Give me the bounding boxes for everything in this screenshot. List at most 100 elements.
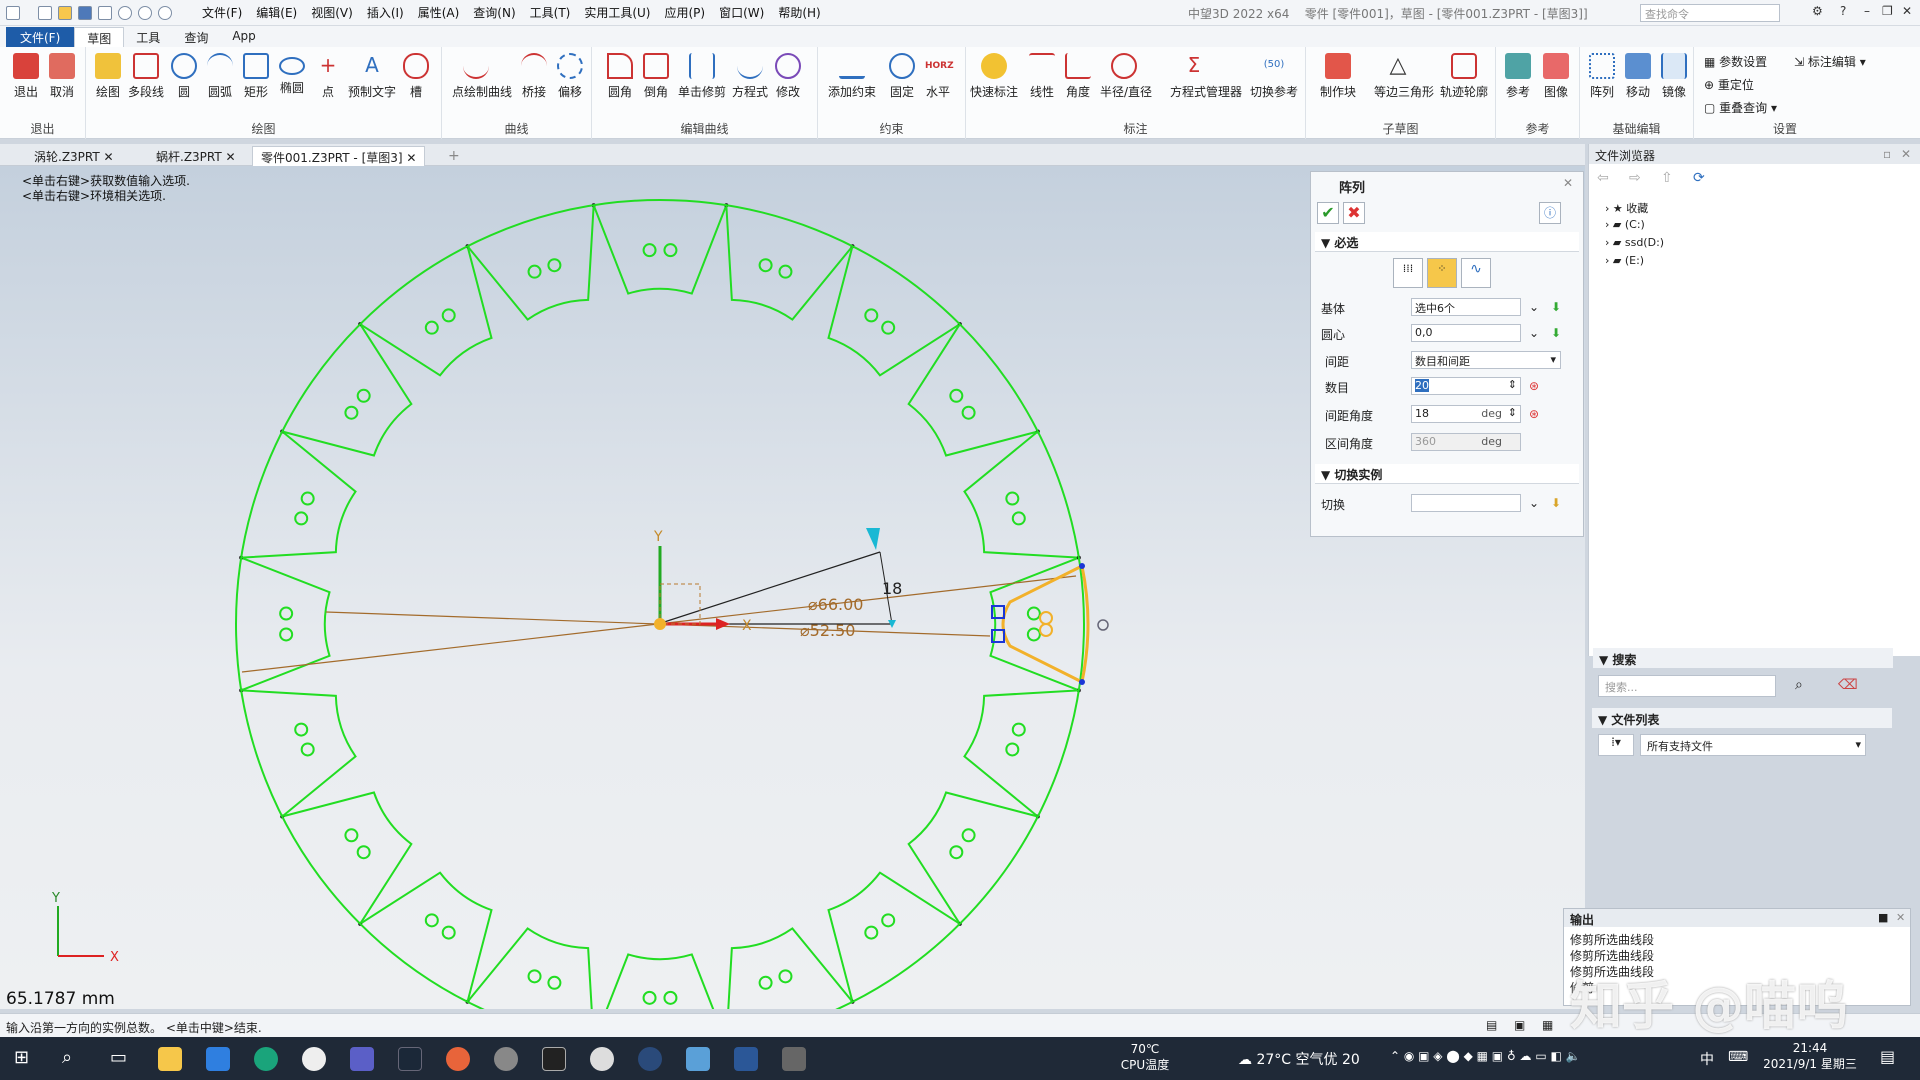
origin-point[interactable]	[654, 618, 666, 630]
menu-help[interactable]: 帮助(H)	[778, 4, 820, 21]
tooth-hole[interactable]	[881, 320, 896, 335]
equation-manager-button[interactable]: Σ 方程式管理器	[1170, 53, 1242, 100]
file-list-section[interactable]: ▼ 文件列表	[1592, 708, 1892, 728]
tooth-profile[interactable]	[963, 689, 1079, 818]
tab-query[interactable]: 查询	[172, 27, 220, 47]
tooth-hole[interactable]	[356, 845, 371, 860]
file-explorer-icon[interactable]	[158, 1047, 182, 1071]
tooth-hole[interactable]	[294, 722, 309, 737]
make-block-button[interactable]: 制作块	[1320, 53, 1356, 100]
radius-diameter-button[interactable]: 半径/直径	[1100, 53, 1152, 100]
text-button[interactable]: A 预制文字	[348, 53, 396, 100]
window-icon[interactable]: ▦	[1542, 1018, 1553, 1032]
info-icon[interactable]: ⓘ	[1539, 202, 1561, 224]
app-icon[interactable]	[446, 1047, 470, 1071]
tray-icons[interactable]: ⌃ ◉ ▣ ◈ ⬤ ◆ ▦ ▣ ♁ ☁ ▭ ◧ 🔈	[1390, 1049, 1581, 1063]
panel-close-icon[interactable]: ✕	[1901, 147, 1911, 161]
angle-flag-icon[interactable]	[866, 528, 880, 550]
tooth-hole[interactable]	[527, 264, 542, 279]
polyline-button[interactable]: 多段线	[128, 53, 164, 100]
parameter-settings-button[interactable]: ▦ 参数设置	[1704, 53, 1767, 70]
tooth-hole[interactable]	[1026, 627, 1041, 642]
settings-icon[interactable]	[494, 1047, 518, 1071]
tree-item-d[interactable]: › ▰ ssd(D:)	[1605, 236, 1664, 249]
tree-item-favorites[interactable]: › ★ 收藏	[1605, 200, 1648, 216]
refresh-icon[interactable]	[158, 5, 172, 20]
tooth-hole[interactable]	[758, 258, 773, 273]
tooth-profile[interactable]	[594, 953, 727, 1009]
linear-array-icon[interactable]: ⁞⁞⁞	[1393, 258, 1423, 288]
close-icon[interactable]: ✕	[226, 150, 236, 164]
app-icon[interactable]	[638, 1047, 662, 1071]
redo-icon[interactable]	[138, 5, 152, 20]
tooth-hole[interactable]	[881, 913, 896, 928]
cancel-panel-button[interactable]: ✖	[1343, 202, 1365, 224]
confirm-button[interactable]: ✔	[1317, 202, 1339, 224]
tooth-profile[interactable]	[241, 430, 357, 559]
switch-field[interactable]	[1411, 494, 1521, 512]
menu-utilities[interactable]: 实用工具(U)	[584, 4, 650, 21]
menu-view[interactable]: 视图(V)	[311, 4, 353, 21]
tooth-profile[interactable]	[466, 927, 594, 1009]
app-icon[interactable]	[590, 1047, 614, 1071]
triangle-button[interactable]: △ 等边三角形	[1374, 53, 1434, 100]
toggle-reference-button[interactable]: (50) 切换参考	[1250, 53, 1298, 100]
command-search-input[interactable]: 查找命令	[1640, 4, 1780, 22]
tooth-hole[interactable]	[441, 308, 456, 323]
dim-text-angle[interactable]: 18	[882, 579, 902, 598]
trim-button[interactable]: 单击修剪	[678, 53, 726, 100]
spinner-icon[interactable]: ⇕	[1508, 378, 1517, 391]
keyboard-icon[interactable]: ⌨	[1728, 1049, 1748, 1065]
angle-input[interactable]: 18 deg ⇕	[1411, 405, 1521, 423]
tooth-hole[interactable]	[642, 243, 657, 258]
close-icon[interactable]: ✕	[406, 151, 416, 165]
doc-tab-part001[interactable]: 零件001.Z3PRT - [草图3] ✕	[252, 146, 426, 166]
tooth-hole[interactable]	[663, 990, 678, 1005]
dim-text-66[interactable]: ⌀66.00	[808, 595, 863, 614]
pick-icon[interactable]: ⬇	[1551, 496, 1561, 510]
menu-file[interactable]: 文件(F)	[202, 4, 242, 21]
menu-tools[interactable]: 工具(T)	[530, 4, 571, 21]
panel-pin-icon[interactable]: ■	[1878, 911, 1888, 924]
new-file-icon[interactable]	[38, 5, 52, 20]
file-search-input[interactable]: 搜索...	[1598, 675, 1776, 697]
ime-indicator[interactable]: 中	[1700, 1049, 1714, 1069]
dim-text-52[interactable]: ⌀52.50	[800, 621, 855, 640]
doc-tab-turbine[interactable]: 涡轮.Z3PRT ✕	[26, 146, 122, 166]
minimize-button[interactable]: –	[1864, 4, 1870, 18]
base-field[interactable]: 选中6个	[1411, 298, 1521, 316]
tooth-hole[interactable]	[344, 405, 359, 420]
undo-icon[interactable]	[118, 5, 132, 20]
modify-button[interactable]: 修改	[770, 53, 806, 100]
tooth-hole[interactable]	[424, 320, 439, 335]
expand-icon[interactable]: ⌄	[1529, 300, 1539, 314]
search-section[interactable]: ▼ 搜索	[1593, 648, 1893, 668]
tooth-hole[interactable]	[356, 388, 371, 403]
back-icon[interactable]: ⇦	[1597, 170, 1609, 186]
section-switch[interactable]: ▼ 切换实例	[1315, 464, 1579, 484]
dimension-edit-button[interactable]: ⇲ 标注编辑 ▾	[1794, 53, 1866, 70]
tooth-hole[interactable]	[441, 925, 456, 940]
tooth-profile[interactable]	[466, 205, 595, 321]
new-tab-button[interactable]: +	[440, 146, 468, 166]
view-mode-icon[interactable]: ⁞▾	[1598, 734, 1634, 756]
search-icon[interactable]: ⌕	[1795, 677, 1803, 693]
tooth-profile[interactable]	[241, 689, 357, 818]
expand-icon[interactable]: ⌄	[1529, 326, 1539, 340]
search-icon[interactable]: ⌕	[62, 1047, 72, 1068]
quick-dimension-button[interactable]: 快速标注	[970, 53, 1018, 100]
variable-icon[interactable]: ⊛	[1529, 379, 1539, 393]
doc-tab-worm[interactable]: 蜗杆.Z3PRT ✕	[148, 146, 244, 166]
slot-button[interactable]: 槽	[398, 53, 434, 100]
tooth-hole[interactable]	[424, 913, 439, 928]
tooth-hole[interactable]	[279, 606, 294, 621]
panel-close-icon[interactable]: ✕	[1563, 176, 1573, 190]
layout-icon[interactable]: ▤	[1486, 1018, 1497, 1032]
todo-icon[interactable]	[206, 1047, 230, 1071]
tooth-hole[interactable]	[663, 243, 678, 258]
tooth-hole[interactable]	[300, 491, 315, 506]
menu-insert[interactable]: 插入(I)	[367, 4, 404, 21]
tooth-hole[interactable]	[344, 828, 359, 843]
tooth-hole[interactable]	[1005, 491, 1020, 506]
zw3d-icon[interactable]	[686, 1047, 710, 1071]
